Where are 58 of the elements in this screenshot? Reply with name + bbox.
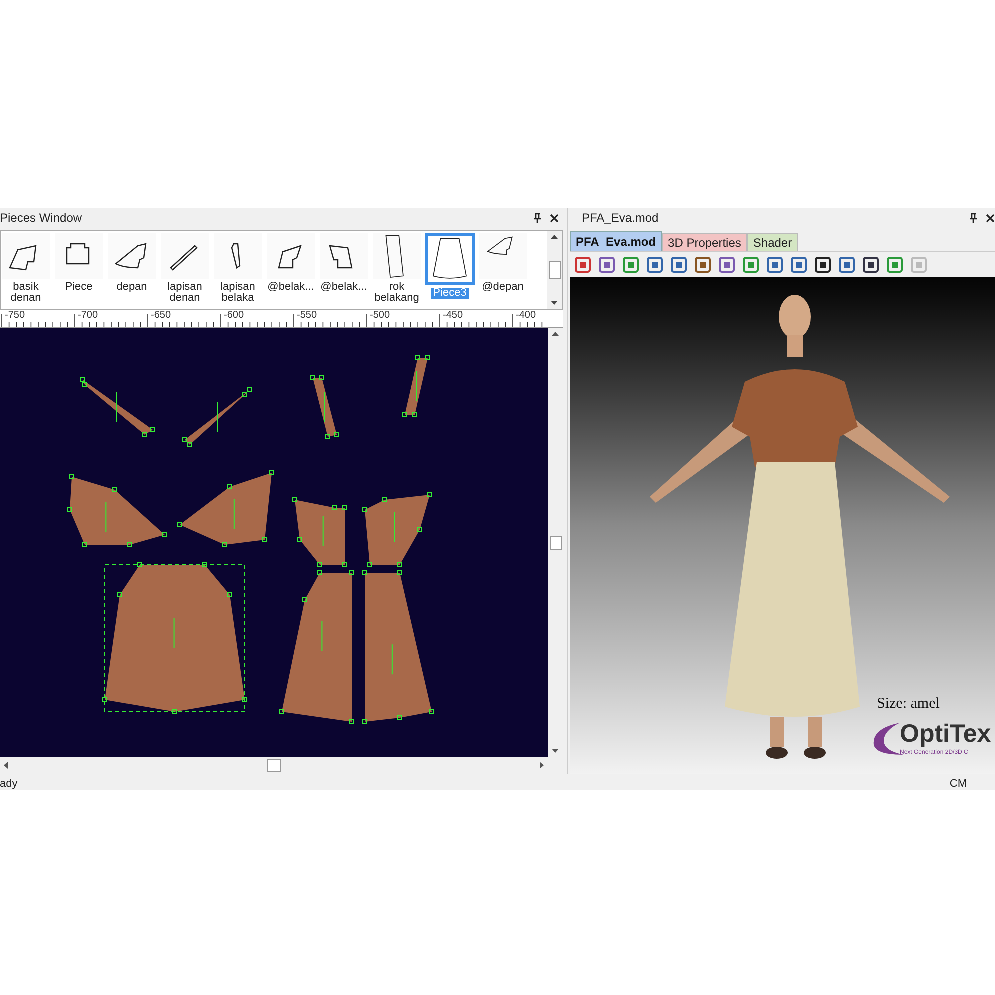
panel-title: Pieces Window: [0, 210, 82, 227]
pin-icon[interactable]: [533, 213, 542, 223]
pattern-piece[interactable]: [292, 498, 348, 568]
scroll-down-icon[interactable]: [552, 749, 559, 753]
piece-thumbnail[interactable]: [373, 233, 421, 279]
piece-label: depan: [116, 282, 148, 293]
piece-label: lapisan denan: [166, 282, 204, 304]
ruler-tick-label: -500: [370, 311, 390, 321]
piece-thumbnail[interactable]: [267, 233, 315, 279]
piece-thumbnail[interactable]: [55, 233, 103, 279]
close-icon[interactable]: [986, 214, 995, 222]
scroll-down-icon[interactable]: [551, 301, 558, 305]
scroll-thumb[interactable]: [550, 536, 562, 550]
piece-label: basik denan: [10, 282, 42, 304]
piece-thumbnail[interactable]: [479, 233, 527, 279]
pattern-piece[interactable]: [80, 378, 156, 438]
piece-thumbnail[interactable]: [425, 233, 475, 285]
scroll-thumb[interactable]: [267, 759, 281, 772]
status-text: ady: [0, 778, 18, 790]
tab[interactable]: PFA_Eva.mod: [570, 231, 662, 251]
scroll-up-icon[interactable]: [551, 235, 558, 239]
ruler-tick-label: -650: [151, 311, 172, 321]
piece-label: @depan: [482, 282, 524, 293]
piece-label: lapisan belaka: [220, 282, 256, 304]
pattern-piece[interactable]: [182, 388, 252, 448]
pin-icon[interactable]: [969, 213, 978, 223]
tab[interactable]: Shader: [747, 233, 798, 251]
unit-label: CM: [950, 778, 967, 790]
piece-label: Piece: [65, 282, 93, 293]
close-icon[interactable]: [550, 214, 559, 222]
ruler-tick-label: -750: [5, 311, 26, 321]
scroll-up-icon[interactable]: [552, 332, 559, 336]
pattern-piece[interactable]: [362, 492, 432, 568]
tab[interactable]: 3D Properties: [662, 233, 748, 251]
size-label: Size: amel: [877, 695, 940, 714]
scroll-thumb[interactable]: [548, 261, 560, 279]
piece-label: @belak...: [320, 282, 368, 293]
pattern-piece[interactable]: [402, 356, 430, 418]
logo-text: OptiTex: [900, 719, 992, 749]
panel-title: PFA_Eva.mod: [582, 210, 659, 227]
piece-thumbnail[interactable]: [214, 233, 262, 279]
ruler-tick-label: -400: [516, 311, 536, 321]
ruler-tick-label: -450: [443, 311, 464, 321]
pattern-piece[interactable]: [310, 376, 340, 440]
pattern-canvas[interactable]: [0, 328, 548, 757]
vertical-scrollbar[interactable]: [547, 231, 562, 309]
piece-thumbnail[interactable]: [161, 233, 209, 279]
piece-label: Piece3: [431, 288, 469, 299]
scroll-right-icon[interactable]: [540, 762, 544, 769]
piece-thumbnail[interactable]: [320, 233, 368, 279]
ruler-tick-label: -600: [224, 311, 244, 321]
ruler-tick-label: -550: [297, 311, 318, 321]
piece-thumbnail[interactable]: [2, 233, 50, 279]
piece-label: rok belakang: [374, 282, 420, 304]
ruler-tick-label: -700: [78, 311, 98, 321]
scroll-left-icon[interactable]: [4, 762, 8, 769]
piece-label: @belak...: [268, 282, 314, 293]
piece-thumbnail[interactable]: [108, 233, 156, 279]
